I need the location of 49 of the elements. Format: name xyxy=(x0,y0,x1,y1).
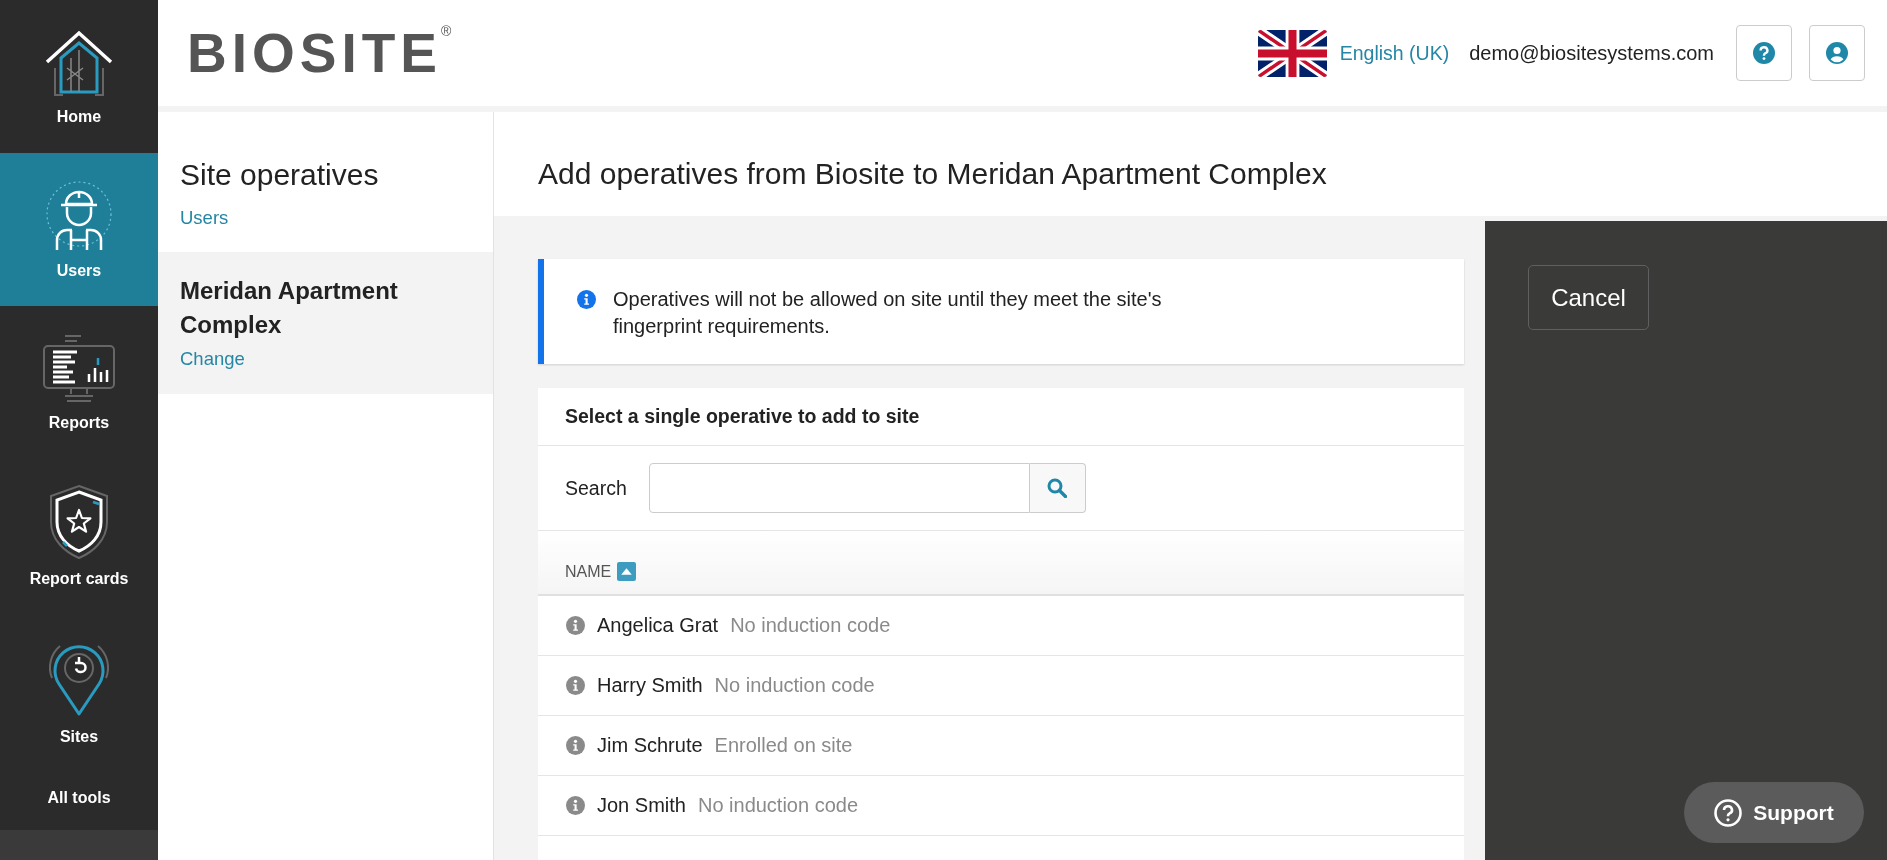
monitor-chart-icon xyxy=(41,333,117,404)
cancel-button[interactable]: Cancel xyxy=(1528,265,1649,330)
user-email: demo@biositesystems.com xyxy=(1469,41,1714,65)
nav-item[interactable]: All tools xyxy=(0,765,158,830)
worker-icon xyxy=(43,179,115,252)
operative-row[interactable]: Harry Smith No induction code xyxy=(538,656,1464,716)
shield-star-icon xyxy=(47,483,111,560)
search-label: Search xyxy=(565,476,627,500)
nav-item[interactable]: Reports xyxy=(0,306,158,459)
site-name: Meridan Apartment Complex xyxy=(180,276,399,340)
search-icon xyxy=(1047,478,1068,498)
panel-title: Site operatives xyxy=(180,157,380,193)
operative-name: Jon Smith xyxy=(597,794,686,817)
notice-text: Operatives will not be allowed on site until they meet the site's fingerprint requirements. xyxy=(613,287,1163,339)
language-link[interactable]: English (UK) xyxy=(1339,41,1450,65)
info-icon xyxy=(566,796,585,815)
help-icon xyxy=(1714,798,1743,827)
induction-status: No induction code xyxy=(730,614,891,637)
help-icon xyxy=(1753,42,1775,64)
operative-name: Jim Schrute xyxy=(597,734,703,757)
info-icon xyxy=(566,736,585,755)
operative-name: Angelica Grat xyxy=(597,614,719,637)
user-icon xyxy=(1826,42,1848,64)
operative-row[interactable]: Angelica Grat No induction code xyxy=(538,596,1464,656)
logo: BIOSITE$^{®}$ xyxy=(187,25,452,81)
change-link[interactable]: Change xyxy=(180,348,245,370)
operative-name: Harry Smith xyxy=(597,674,703,697)
nav-item[interactable]: Home xyxy=(0,0,158,153)
search-button[interactable] xyxy=(1029,463,1086,513)
operative-row[interactable]: Jon Smith No induction code xyxy=(538,776,1464,836)
search-field[interactable] xyxy=(648,463,1030,513)
help-button[interactable] xyxy=(1736,25,1792,81)
info-icon xyxy=(566,616,585,635)
info-icon xyxy=(566,676,585,695)
nav-item[interactable]: Report cards xyxy=(0,459,158,612)
card-heading: Select a single operative to add to site xyxy=(565,405,920,428)
support-button[interactable]: Support xyxy=(1684,782,1864,843)
induction-status: No induction code xyxy=(714,674,875,697)
union-jack-flag-icon xyxy=(1257,29,1327,77)
nav-item[interactable]: Sites xyxy=(0,612,158,765)
breadcrumb-link[interactable]: Users xyxy=(180,207,229,229)
operative-row[interactable]: Jim Schrute Enrolled on site xyxy=(538,716,1464,776)
induction-status: Enrolled on site xyxy=(714,734,853,757)
column-header[interactable]: NAME xyxy=(565,562,637,581)
induction-status: No induction code xyxy=(697,794,859,817)
account-button[interactable] xyxy=(1809,25,1865,81)
page-title: Add operatives from Biosite to Meridan Apartment Complex xyxy=(538,157,1328,191)
info-icon xyxy=(577,290,596,309)
nav-item[interactable]: Users xyxy=(0,153,158,306)
